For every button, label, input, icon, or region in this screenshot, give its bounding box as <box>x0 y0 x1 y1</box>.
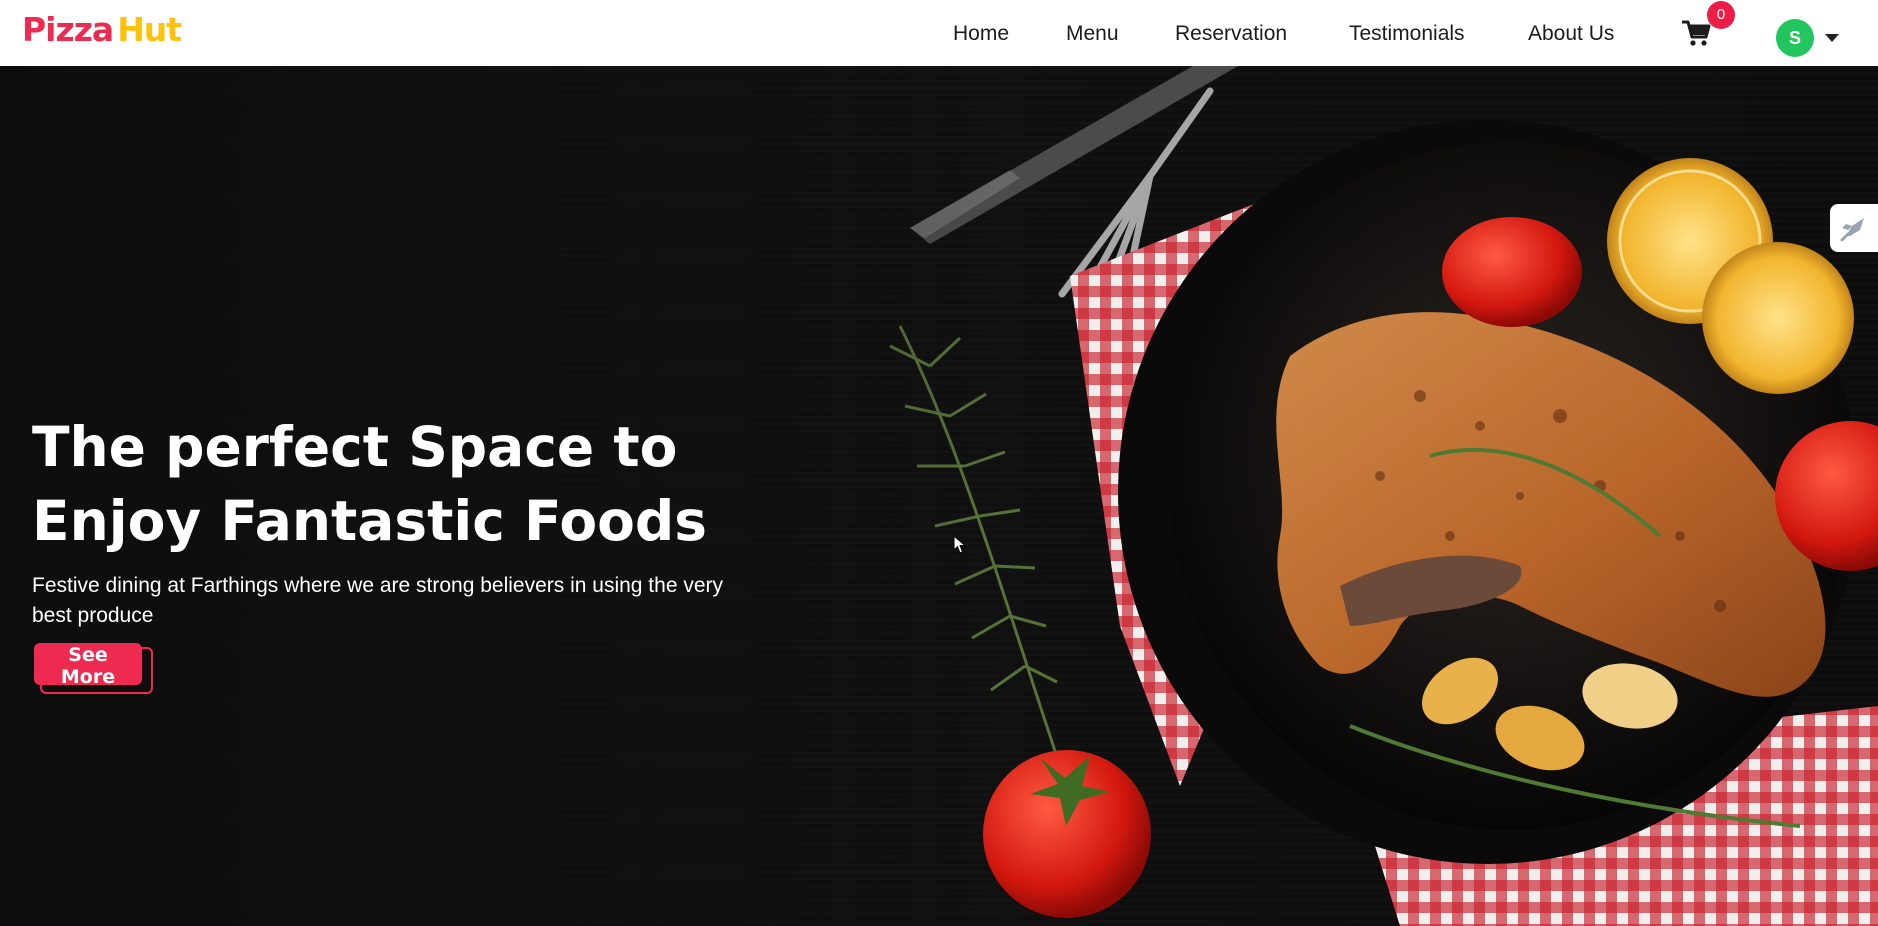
hero-title-line1: The perfect Space to <box>32 415 678 479</box>
mouse-cursor <box>953 534 967 560</box>
brand-logo[interactable]: Pizza Hut <box>22 10 182 49</box>
nav-link-reservation[interactable]: Reservation <box>1175 22 1287 46</box>
see-more-button[interactable]: See More <box>34 643 142 688</box>
hero-section: The perfect Space to Enjoy Fantastic Foo… <box>0 66 1878 926</box>
user-avatar[interactable]: S <box>1776 19 1814 57</box>
see-more-wrapper: See More <box>34 643 153 694</box>
rocket-icon[interactable] <box>1830 204 1878 252</box>
navbar: Pizza Hut Home Menu Reservation Testimoni… <box>0 0 1878 66</box>
nav-link-about-us[interactable]: About Us <box>1528 22 1614 46</box>
nav-link-menu[interactable]: Menu <box>1066 22 1119 46</box>
cart-icon[interactable] <box>1681 18 1712 48</box>
cart-count-badge: 0 <box>1707 1 1735 29</box>
brand-logo-part1: Pizza <box>22 10 114 49</box>
nav-link-home[interactable]: Home <box>953 22 1009 46</box>
brand-logo-part2: Hut <box>117 10 182 49</box>
hero-subtitle: Festive dining at Farthings where we are… <box>32 574 724 627</box>
caret-down-icon[interactable] <box>1825 34 1839 42</box>
hero-title-line2: Enjoy Fantastic Foods <box>32 489 708 553</box>
nav-link-testimonials[interactable]: Testimonials <box>1349 22 1465 46</box>
hero-title: The perfect Space to Enjoy Fantastic Foo… <box>32 410 792 558</box>
